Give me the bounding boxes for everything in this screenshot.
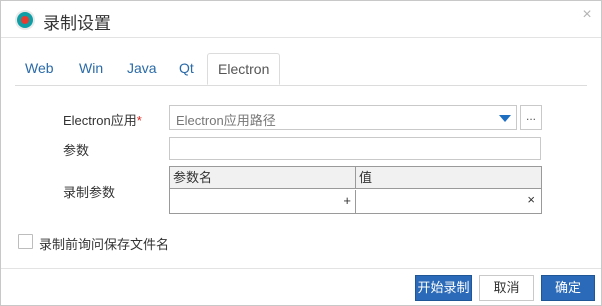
param-name-cell[interactable]: + — [170, 190, 356, 213]
dialog-footer: 开始录制 取消 确定 — [1, 268, 601, 305]
electron-app-label: Electron应用* — [63, 110, 142, 129]
electron-app-path-combo[interactable]: Electron应用路径 — [169, 105, 517, 130]
electron-app-path-value: Electron应用路径 — [176, 113, 276, 128]
record-icon — [15, 10, 35, 30]
dialog-title: 录制设置 — [43, 14, 111, 33]
electron-app-label-text: Electron应用 — [63, 113, 137, 128]
start-recording-button[interactable]: 开始录制 — [415, 275, 472, 301]
ok-button[interactable]: 确定 — [541, 275, 595, 301]
dropdown-arrow-icon[interactable] — [499, 115, 511, 122]
column-header-value: 值 — [356, 167, 541, 189]
tab-strip: Web Win Java Qt Electron — [15, 53, 587, 86]
record-settings-dialog: 录制设置 × Web Win Java Qt Electron Electron… — [0, 0, 602, 306]
required-mark: * — [136, 113, 142, 128]
title-bar: 录制设置 × — [1, 1, 601, 38]
param-value-cell[interactable]: × — [356, 190, 541, 213]
record-params-table: 参数名 值 + × — [169, 166, 542, 214]
tab-electron[interactable]: Electron — [207, 53, 281, 85]
add-row-button[interactable]: + — [343, 193, 351, 208]
cancel-button[interactable]: 取消 — [479, 275, 534, 301]
ask-filename-checkbox[interactable] — [18, 234, 33, 249]
tab-win[interactable]: Win — [69, 53, 113, 84]
ask-filename-label[interactable]: 录制前询问保存文件名 — [39, 234, 169, 253]
delete-row-button[interactable]: × — [527, 192, 535, 207]
params-label: 参数 — [63, 143, 90, 158]
tab-web[interactable]: Web — [15, 53, 64, 84]
column-header-param-name: 参数名 — [170, 167, 356, 189]
browse-button[interactable]: ... — [520, 105, 542, 130]
close-icon[interactable]: × — [579, 7, 595, 23]
tab-java[interactable]: Java — [117, 53, 167, 84]
record-params-label: 录制参数 — [63, 185, 116, 200]
tab-qt[interactable]: Qt — [169, 53, 204, 84]
params-input[interactable] — [169, 137, 541, 160]
